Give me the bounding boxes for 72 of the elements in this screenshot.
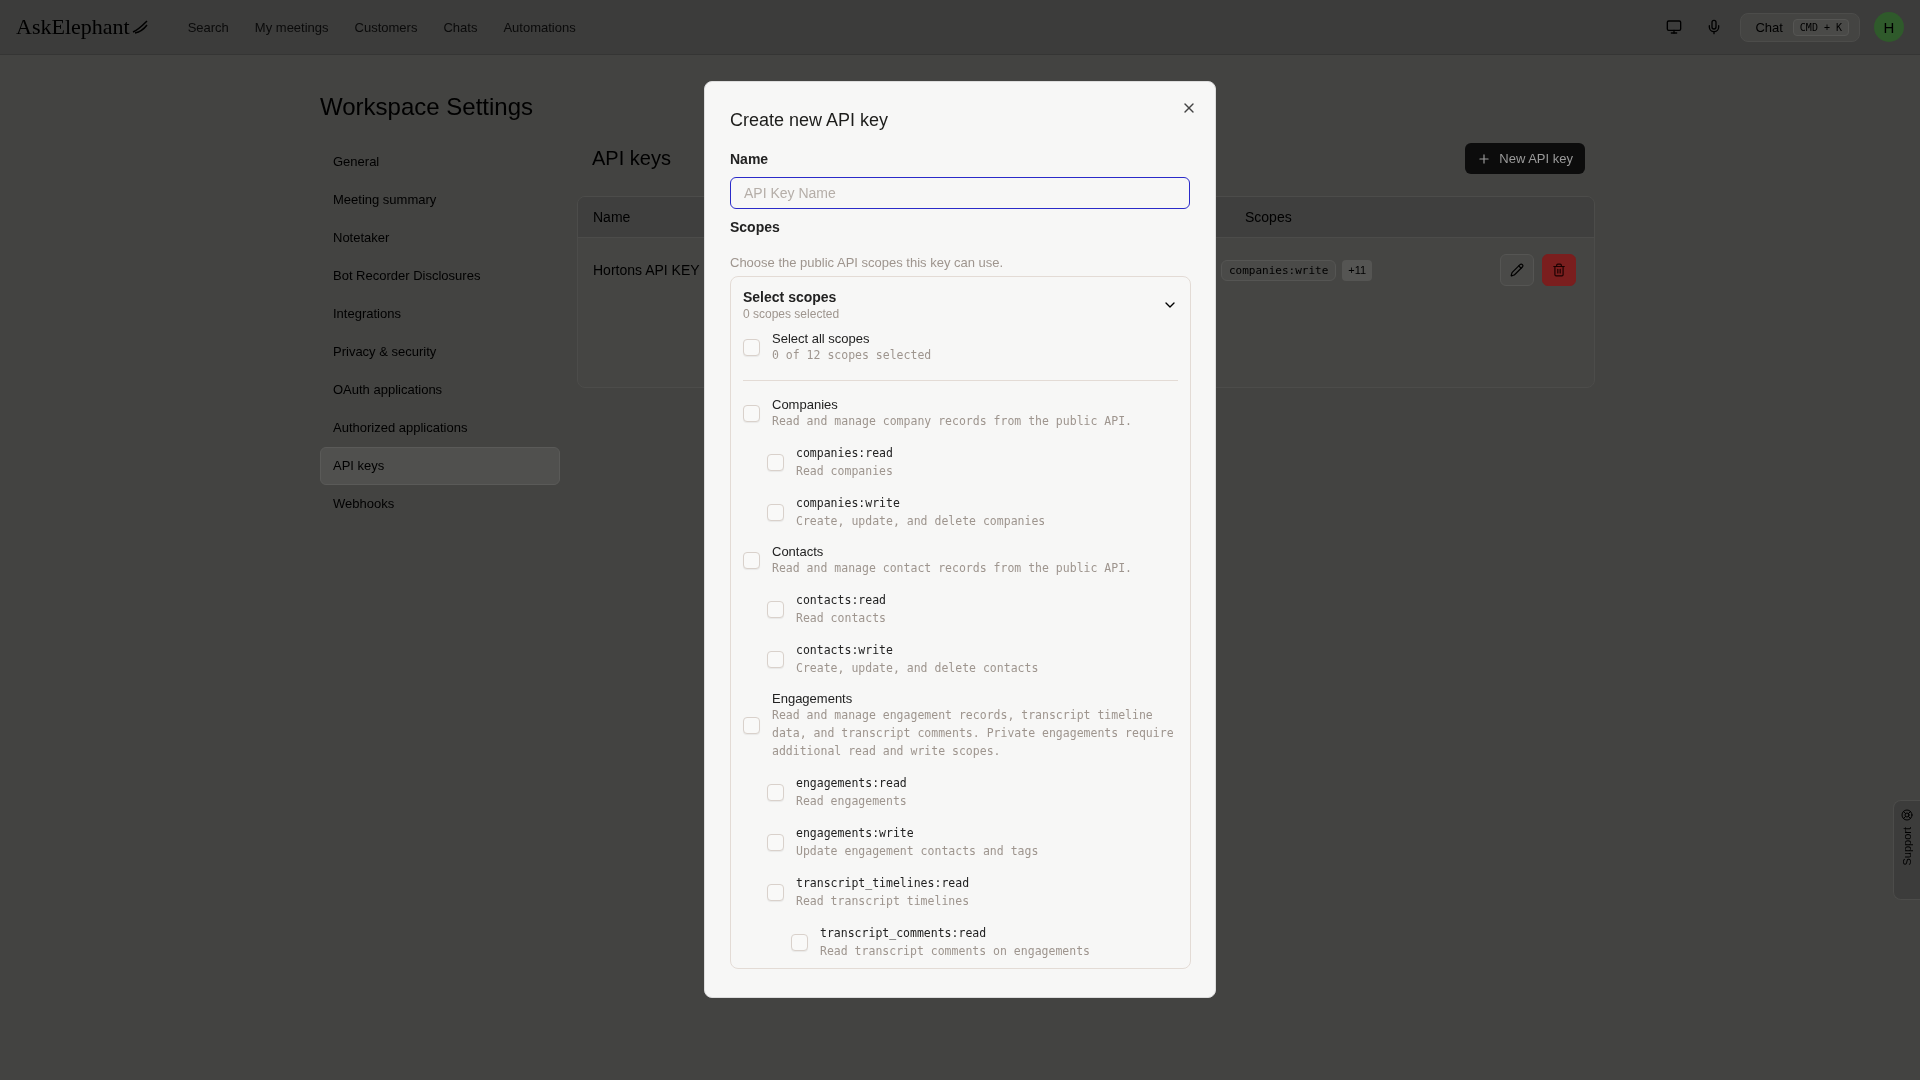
scope-name: companies:write	[796, 495, 901, 512]
scope-selector[interactable]: Select scopes 0 scopes selected	[743, 289, 1178, 321]
swoosh-icon	[131, 20, 148, 34]
scope-description: Read contacts	[796, 610, 886, 627]
plus-icon	[1477, 151, 1492, 166]
scope-name: companies:read	[796, 445, 893, 462]
scope-description: Read and manage engagement records, transcript timeline data, and transcript comments. Private engagements require additional read and write scopes.	[772, 707, 1175, 760]
sidebar-item[interactable]: Authorized applications	[320, 409, 560, 447]
checkbox[interactable]	[767, 650, 784, 668]
sidebar-item[interactable]: General	[320, 143, 560, 181]
sidebar-item[interactable]: Webhooks	[320, 485, 560, 523]
sidebar-item[interactable]: Notetaker	[320, 219, 560, 257]
avatar[interactable]: H	[1874, 12, 1904, 42]
field-label: Name	[730, 151, 770, 167]
new-api-key-button[interactable]: New API key	[1465, 143, 1585, 174]
checkbox[interactable]	[743, 552, 760, 569]
chat-button[interactable]: Chat CMD + K	[1740, 12, 1860, 42]
trash-icon	[1552, 263, 1566, 277]
checkbox[interactable]	[767, 833, 784, 851]
delete-button[interactable]	[1542, 254, 1576, 286]
edit-button[interactable]	[1500, 254, 1534, 286]
scope-description: Read transcript comments on engagements	[820, 943, 1091, 960]
lifebuoy-icon	[1901, 809, 1913, 821]
checkbox[interactable]	[767, 453, 784, 471]
dialog-title: Create new API key	[730, 110, 890, 131]
checkbox[interactable]	[743, 339, 760, 356]
scope-description: Read transcript timelines	[796, 893, 970, 910]
section-title: API keys	[592, 147, 671, 170]
checkbox[interactable]	[767, 783, 784, 801]
scope-description: Update engagement contacts and tags	[796, 843, 1039, 860]
scope-description: Read and manage contact records from the public API.	[772, 560, 1133, 577]
checkbox[interactable]	[791, 933, 808, 951]
support-tab[interactable]: Support	[1893, 800, 1920, 900]
scope-name: engagements:write	[796, 825, 915, 842]
checkbox[interactable]	[743, 405, 760, 422]
select-all-label: Select all scopes	[772, 331, 871, 346]
more-count: +11	[1342, 259, 1373, 281]
scope-name: contacts:read	[796, 592, 886, 609]
scope-name: engagements:read	[796, 775, 907, 792]
sidebar-item[interactable]: Integrations	[320, 295, 560, 333]
checkbox[interactable]	[767, 600, 784, 618]
shortcut-key: CMD + K	[1792, 18, 1849, 36]
sidebar-item[interactable]: API keys	[320, 447, 560, 485]
scope-description: Read companies	[796, 463, 893, 480]
scope-description: Read engagements	[796, 793, 907, 810]
sidebar-item[interactable]: Meeting summary	[320, 181, 560, 219]
scope-group-name: Engagements	[772, 691, 854, 706]
sidebar-item[interactable]: Bot Recorder Disclosures	[320, 257, 560, 295]
field-label: Scopes	[730, 219, 781, 235]
pencil-icon	[1510, 263, 1524, 277]
checkbox[interactable]	[767, 503, 784, 521]
hint-text: Choose the public API scopes this key can use.	[730, 255, 1005, 270]
scope-group-name: Contacts	[772, 544, 825, 559]
scope-group-name: Companies	[772, 397, 839, 412]
scope-name: contacts:write	[796, 642, 894, 659]
column-header: Name	[593, 209, 631, 225]
table-cell: Hortons API KEY	[593, 262, 700, 278]
scope-description: Read and manage company records from the public API.	[772, 413, 1133, 430]
column-header: Scopes	[1245, 209, 1292, 225]
scope-description: Create, update, and delete contacts	[796, 660, 1039, 677]
logo[interactable]: AskElephant	[16, 14, 130, 40]
sidebar-item[interactable]: OAuth applications	[320, 371, 560, 409]
selection-count: 0 of 12 scopes selected	[772, 347, 932, 364]
scope-description: Create, update, and delete companies	[796, 513, 1046, 530]
input-field[interactable]: API Key Name	[730, 177, 1190, 209]
scope-name: transcript_comments:read	[820, 925, 988, 942]
checkbox[interactable]	[767, 883, 784, 901]
sidebar-item[interactable]: Privacy & security	[320, 333, 560, 371]
checkbox[interactable]	[743, 717, 760, 734]
page-title: Workspace Settings	[320, 93, 533, 121]
scope-tag: companies:write	[1220, 259, 1337, 281]
scope-name: transcript_timelines:read	[796, 875, 970, 892]
